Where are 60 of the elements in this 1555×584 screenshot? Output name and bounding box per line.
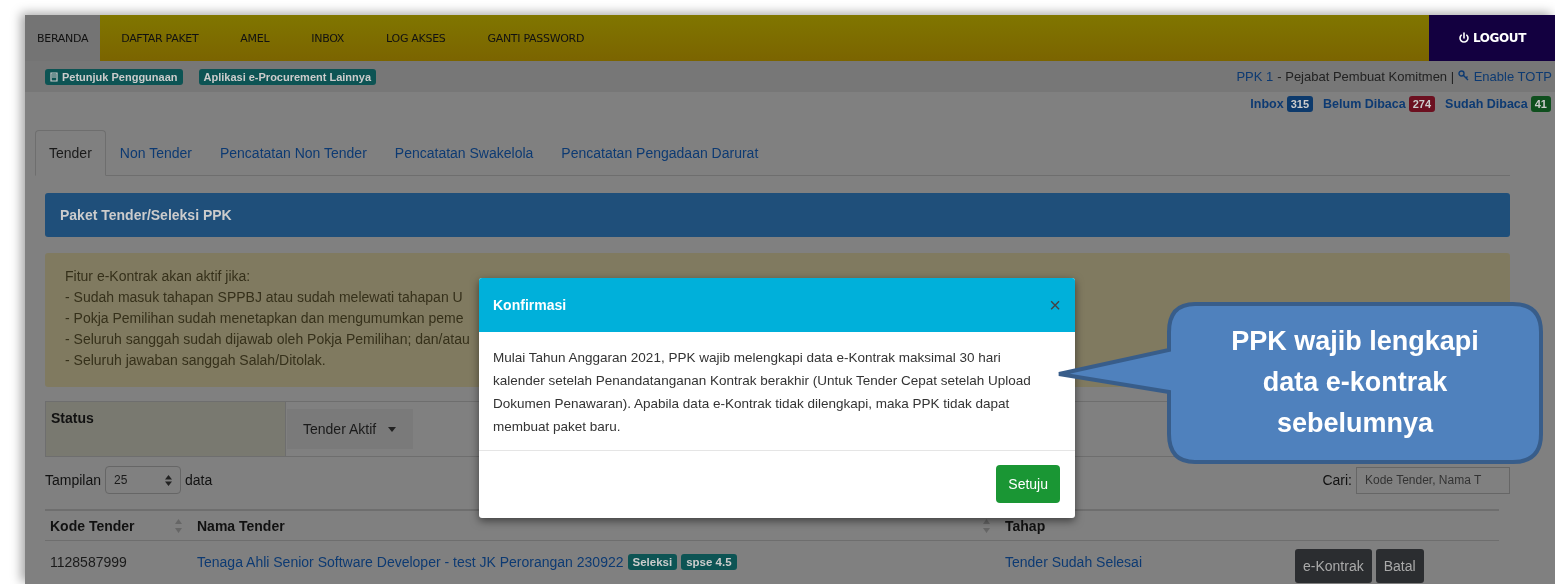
action-button[interactable]: e-Kontrak bbox=[1295, 549, 1372, 583]
logout-button[interactable]: LOGOUT bbox=[1429, 15, 1555, 61]
tag: spse 4.5 bbox=[681, 554, 737, 570]
column-header: Kode Tender bbox=[50, 517, 135, 534]
callout-text: PPK wajib lengkapi data e-kontrak sebelumnya bbox=[1230, 325, 1480, 440]
action-button[interactable]: Batal bbox=[1375, 549, 1424, 583]
tender-link[interactable]: Tenaga Ahli Senior Software Developer - test JK Perorangan 230922 bbox=[197, 554, 624, 570]
notice-text: - Seluruh sanggah sudah dijawab oleh Pokja Pemilihan; dan/atau bbox=[65, 330, 470, 349]
nav-item[interactable]: GANTI PASSWORD bbox=[466, 15, 606, 61]
column-header: Tahap bbox=[1005, 517, 1046, 534]
help-link[interactable]: Petunjuk Penggunaan bbox=[45, 68, 183, 85]
updown-icon bbox=[165, 474, 173, 486]
nav-item[interactable]: DAFTAR PAKET bbox=[100, 15, 220, 61]
stage-link[interactable]: Tender Sudah Selesai bbox=[1005, 554, 1142, 570]
user-link[interactable]: PPK 1 bbox=[1236, 69, 1274, 84]
tab[interactable]: Pencatatan Non Tender bbox=[205, 130, 381, 176]
count-badge: 274 bbox=[1408, 96, 1436, 112]
inbox-counter[interactable]: Belum Dibaca 274 bbox=[1323, 96, 1436, 112]
key-icon bbox=[1458, 70, 1471, 81]
tag: Seleksi bbox=[627, 554, 678, 570]
dialog-title: Konfirmasi bbox=[493, 297, 567, 313]
nav-item[interactable]: INBOX bbox=[290, 15, 366, 61]
nav-item[interactable]: LOG AKSES bbox=[365, 15, 467, 61]
page-size-label: Tampilan bbox=[45, 472, 102, 488]
search-field[interactable]: Kode Tender, Nama T bbox=[1356, 466, 1510, 494]
search-label: Cari: bbox=[1322, 472, 1352, 488]
nav-item[interactable]: BERANDA bbox=[25, 15, 101, 61]
status-label: Status bbox=[46, 402, 286, 456]
tab[interactable]: Pencatatan Swakelola bbox=[380, 130, 548, 176]
count-badge: 315 bbox=[1286, 96, 1314, 112]
notice-text: - Sudah masuk tahapan SPPBJ atau sudah melewati tahapan U bbox=[65, 288, 463, 307]
sort-icon[interactable] bbox=[983, 518, 990, 533]
agree-button[interactable]: Setuju bbox=[996, 465, 1060, 503]
table-cell: 1128587999 bbox=[50, 554, 127, 570]
status-dropdown[interactable]: Tender Aktif bbox=[287, 409, 413, 449]
close-button[interactable]: × bbox=[1049, 293, 1061, 317]
tab[interactable]: Non Tender bbox=[105, 130, 206, 176]
panel-heading: Paket Tender/Seleksi PPK bbox=[45, 193, 1510, 237]
notice-text: Fitur e-Kontrak akan aktif jika: bbox=[65, 267, 251, 286]
count-badge: 41 bbox=[1530, 96, 1551, 112]
counter-label: Inbox bbox=[1250, 97, 1284, 111]
totp-link[interactable]: Enable TOTP bbox=[1458, 69, 1552, 84]
nav-item[interactable]: AMEL bbox=[219, 15, 291, 61]
notice-text: - Seluruh jawaban sanggah Salah/Ditolak. bbox=[65, 351, 326, 370]
page-size-suffix: data bbox=[185, 472, 213, 488]
inbox-counter[interactable]: Inbox 315 bbox=[1250, 96, 1314, 112]
help-link[interactable]: Aplikasi e-Procurement Lainnya bbox=[198, 68, 376, 85]
tab[interactable]: Pencatatan Pengadaan Darurat bbox=[547, 130, 773, 176]
page-size-select[interactable]: 25 bbox=[105, 466, 182, 494]
column-header: Nama Tender bbox=[197, 517, 285, 534]
user-role: - Pejabat Pembuat Komitmen | bbox=[1277, 69, 1455, 84]
power-icon bbox=[1458, 32, 1470, 44]
book-icon bbox=[50, 71, 59, 82]
counter-label: Sudah Dibaca bbox=[1445, 97, 1528, 111]
notice-text: - Pokja Pemilihan sudah menetapkan dan mengumumkan peme bbox=[65, 309, 464, 328]
caret-icon bbox=[388, 426, 397, 432]
counter-label: Belum Dibaca bbox=[1323, 97, 1406, 111]
inbox-counter[interactable]: Sudah Dibaca 41 bbox=[1445, 96, 1551, 112]
tab[interactable]: Tender bbox=[35, 130, 106, 176]
sort-icon[interactable] bbox=[175, 518, 182, 533]
